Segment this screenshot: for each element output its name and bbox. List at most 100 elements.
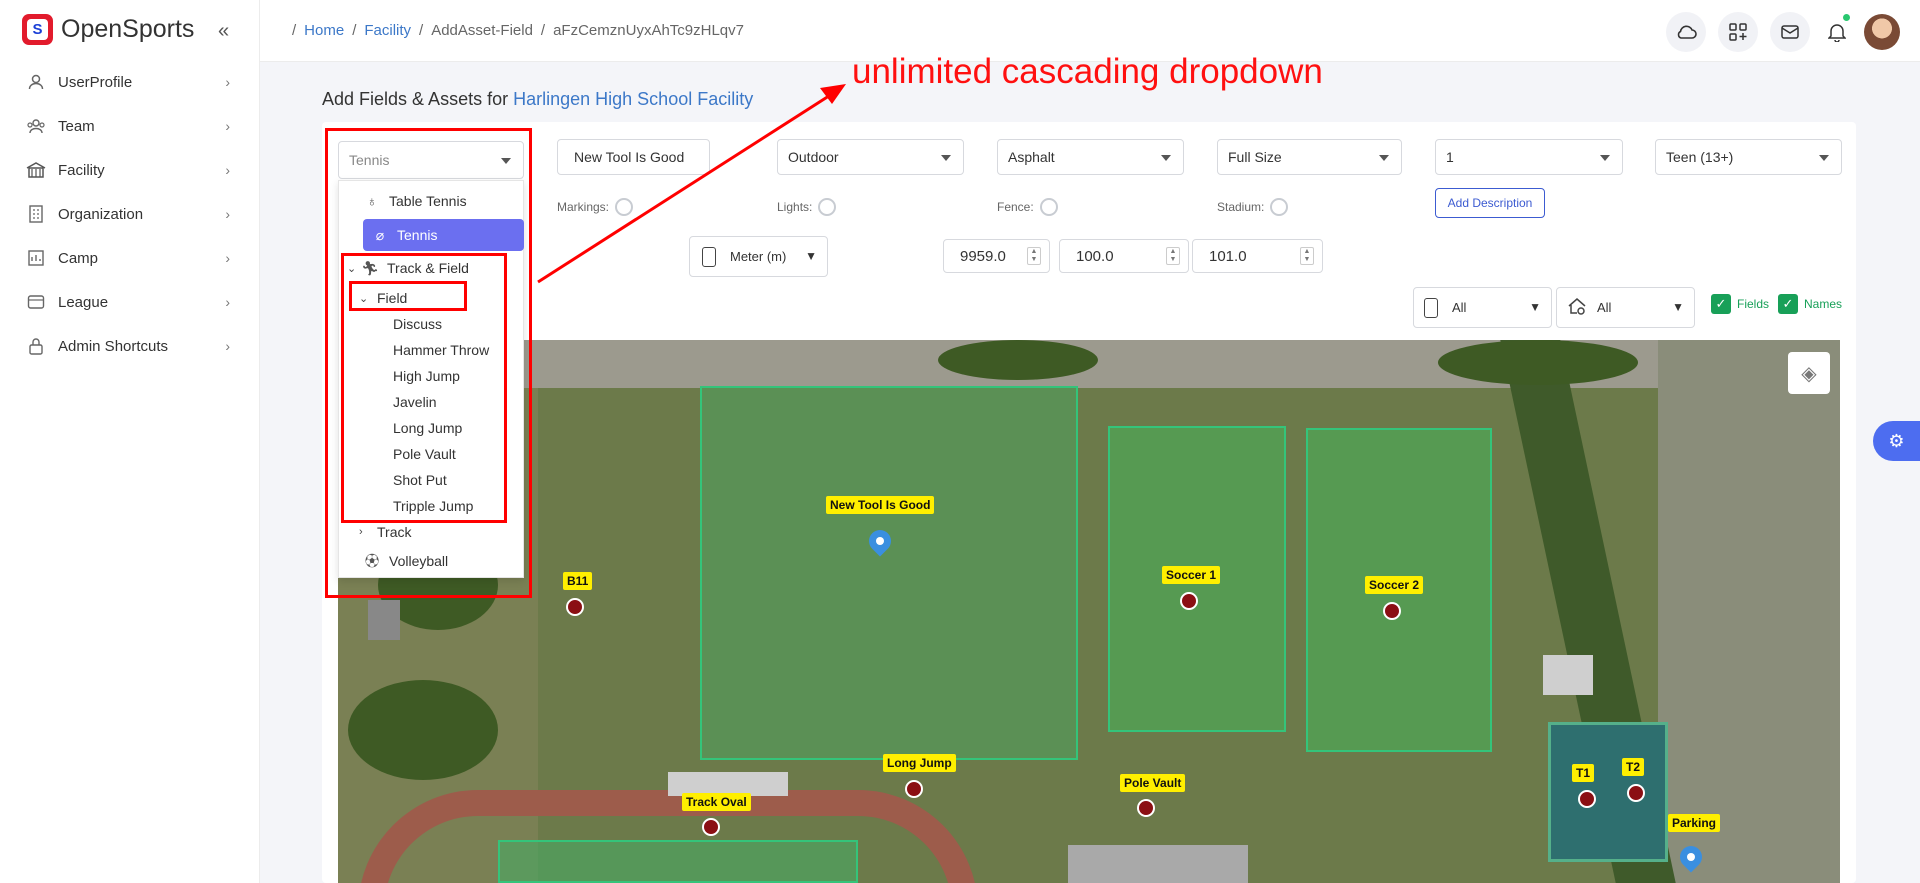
settings-gear-icon[interactable]: ⚙: [1873, 421, 1920, 461]
breadcrumb-separator: /: [419, 22, 424, 39]
breadcrumb-separator: /: [292, 22, 297, 39]
sidebar-item-team[interactable]: Team ›: [0, 104, 260, 148]
count-select[interactable]: 1: [1435, 139, 1623, 175]
map-terrain: [1658, 340, 1840, 883]
asset-name-input[interactable]: New Tool Is Good: [557, 139, 710, 175]
surface-select[interactable]: Asphalt: [997, 139, 1184, 175]
environment-select[interactable]: Outdoor: [777, 139, 964, 175]
filter-1-select[interactable]: All ▼: [1413, 287, 1552, 328]
annotation-field-box: [349, 281, 467, 311]
caret-down-icon: ▼: [1672, 300, 1684, 314]
map-marker-dot[interactable]: [1383, 602, 1401, 620]
map-marker-dot[interactable]: [1578, 790, 1596, 808]
sidebar-item-label: UserProfile: [58, 73, 133, 91]
brand-logo: S: [22, 14, 53, 45]
dimension-3-input[interactable]: 101.0 ▲ ▼: [1192, 239, 1323, 273]
marker-label: T1: [1572, 764, 1595, 782]
sidebar: S OpenSports « UserProfile › Team › Faci…: [0, 0, 260, 883]
chevron-right-icon: ›: [225, 74, 230, 90]
sidebar-item-label: Admin Shortcuts: [58, 337, 169, 355]
map-building: [368, 600, 400, 640]
cloud-icon[interactable]: [1666, 12, 1706, 52]
top-icons: [1666, 12, 1900, 52]
lock-icon: [26, 336, 46, 356]
league-icon: [26, 292, 46, 312]
marker-label: Long Jump: [883, 754, 956, 772]
sidebar-item-label: Organization: [58, 205, 144, 223]
track-infield: [498, 840, 858, 883]
sidebar-nav: UserProfile › Team › Facility › Organiza…: [0, 60, 260, 368]
marker-label: Soccer 2: [1365, 576, 1424, 594]
spinner-icon[interactable]: ▲ ▼: [1027, 247, 1041, 265]
map-tree: [938, 340, 1098, 380]
collapse-sidebar-button[interactable]: «: [218, 20, 229, 43]
sidebar-item-admin-shortcuts[interactable]: Admin Shortcuts ›: [0, 324, 260, 368]
chevron-right-icon: ›: [225, 338, 230, 354]
field-new-tool[interactable]: [700, 386, 1078, 760]
satellite-map[interactable]: ◈ New Tool Is Good B11 Soccer 1 Soccer 2…: [338, 340, 1840, 883]
camp-icon: [26, 248, 46, 268]
map-marker-dot[interactable]: [905, 780, 923, 798]
map-building: [1068, 845, 1248, 883]
lights-radio[interactable]: [818, 198, 837, 216]
stadium-radio[interactable]: [1270, 198, 1289, 216]
building-icon: [26, 204, 46, 224]
spinner-icon[interactable]: ▲ ▼: [1300, 247, 1314, 265]
map-marker-dot[interactable]: [1180, 592, 1198, 610]
unit-select[interactable]: Meter (m) ▼: [689, 236, 828, 277]
marker-label: New Tool Is Good: [826, 496, 935, 514]
brand[interactable]: S OpenSports: [22, 14, 194, 45]
sidebar-item-organization[interactable]: Organization ›: [0, 192, 260, 236]
sidebar-item-camp[interactable]: Camp ›: [0, 236, 260, 280]
chevron-right-icon: ›: [225, 118, 230, 134]
map-marker-dot[interactable]: [1137, 799, 1155, 817]
map-marker-dot[interactable]: [566, 598, 584, 616]
chevron-right-icon: ›: [225, 206, 230, 222]
map-tree: [1438, 340, 1638, 385]
markings-toggle[interactable]: Markings:: [557, 198, 634, 216]
size-select[interactable]: Full Size: [1217, 139, 1402, 175]
marker-label: Soccer 1: [1162, 566, 1221, 584]
check-icon: ✓: [1778, 294, 1798, 314]
names-checkbox[interactable]: ✓ Names: [1778, 294, 1842, 314]
apps-add-icon[interactable]: [1718, 12, 1758, 52]
marker-label: T2: [1622, 758, 1645, 776]
breadcrumb-facility[interactable]: Facility: [364, 22, 411, 39]
caret-down-icon: [1819, 155, 1829, 161]
map-tree: [348, 680, 498, 780]
layers-icon[interactable]: ◈: [1788, 352, 1830, 394]
caret-down-icon: ▼: [805, 249, 817, 263]
sidebar-item-label: Team: [58, 117, 95, 135]
sidebar-item-label: Camp: [58, 249, 99, 267]
map-marker-dot[interactable]: [1627, 784, 1645, 802]
marker-label: Track Oval: [682, 793, 751, 811]
dimension-1-input[interactable]: 9959.0 ▲ ▼: [943, 239, 1050, 273]
bell-icon[interactable]: [1822, 12, 1852, 52]
caret-down-icon: [1161, 155, 1171, 161]
fence-radio[interactable]: [1039, 198, 1058, 216]
filter-2-select[interactable]: All ▼: [1556, 287, 1695, 328]
lights-toggle[interactable]: Lights:: [777, 198, 837, 216]
dimension-2-input[interactable]: 100.0 ▲ ▼: [1059, 239, 1189, 273]
markings-radio[interactable]: [615, 198, 634, 216]
map-marker-dot[interactable]: [702, 818, 720, 836]
tennis-courts[interactable]: [1548, 722, 1668, 862]
breadcrumb-home[interactable]: Home: [304, 22, 344, 39]
caret-down-icon: [941, 155, 951, 161]
facility-name-link[interactable]: Harlingen High School Facility: [513, 89, 753, 109]
sidebar-item-league[interactable]: League ›: [0, 280, 260, 324]
sidebar-item-userprofile[interactable]: UserProfile ›: [0, 60, 260, 104]
fence-toggle[interactable]: Fence:: [997, 198, 1058, 216]
marker-label: B11: [563, 572, 593, 590]
mail-icon[interactable]: [1770, 12, 1810, 52]
avatar[interactable]: [1864, 14, 1900, 50]
sidebar-item-facility[interactable]: Facility ›: [0, 148, 260, 192]
fields-checkbox[interactable]: ✓ Fields: [1711, 294, 1769, 314]
age-group-select[interactable]: Teen (13+): [1655, 139, 1842, 175]
spinner-icon[interactable]: ▲ ▼: [1166, 247, 1180, 265]
breadcrumb-separator: /: [540, 22, 546, 39]
marker-label: Pole Vault: [1120, 774, 1186, 792]
home-settings-icon: [1567, 296, 1587, 319]
add-description-button[interactable]: Add Description: [1435, 188, 1545, 218]
stadium-toggle[interactable]: Stadium:: [1217, 198, 1289, 216]
